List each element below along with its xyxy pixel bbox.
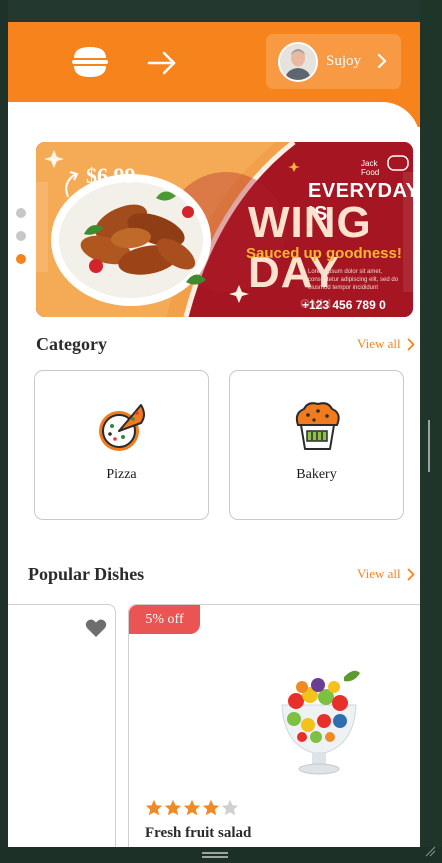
pizza-icon (99, 404, 145, 451)
banner-price: $6.99 (86, 163, 136, 188)
carousel-dot[interactable] (16, 231, 26, 241)
popular-dishes-title: Popular Dishes (28, 564, 145, 584)
emulator-frame-left (0, 0, 8, 863)
category-card-pizza[interactable]: Pizza (34, 370, 209, 520)
bottom-resize-handle[interactable] (202, 852, 228, 860)
view-all-label: View all (357, 336, 401, 351)
chevron-right-icon (407, 338, 415, 350)
category-view-all-link[interactable]: View all (357, 336, 415, 352)
chevron-right-icon (407, 568, 415, 580)
star-filled-icon (164, 799, 182, 816)
category-label: Bakery (296, 467, 337, 482)
star-filled-icon (202, 799, 220, 816)
category-card-bakery[interactable]: Bakery (229, 370, 404, 520)
category-label: Pizza (106, 467, 137, 482)
dish-card[interactable]: 5% off Fresh fruit salad (128, 604, 420, 847)
carousel-indicator (16, 208, 26, 277)
burger-logo-icon[interactable] (71, 45, 109, 79)
view-all-label: View all (357, 566, 401, 581)
chevron-right-icon (377, 53, 387, 69)
banner-body-text: Lorem ipsum dolor sit amet, consectetur … (308, 269, 399, 291)
banner-phone: +123 456 789 0 (302, 298, 386, 312)
cupcake-icon (295, 402, 340, 450)
promo-banner[interactable]: $6.99 Jack Food EVERYDAY IS WING DAY Sau… (36, 142, 413, 317)
star-filled-icon (183, 799, 201, 816)
app-screen: Sujoy $6.99 Jack Food EVERYDAY IS WING D… (8, 22, 420, 847)
avatar[interactable] (278, 41, 318, 82)
rating-stars (145, 799, 239, 816)
banner-tagline: Sauced up goodness! (246, 245, 402, 262)
profile-button[interactable]: Sujoy (266, 34, 401, 89)
dish-name: Fresh fruit salad (145, 825, 252, 841)
category-title: Category (36, 334, 107, 354)
dish-card-partial[interactable] (8, 604, 116, 847)
discount-badge: 5% off (129, 605, 200, 634)
banner-brand: Jack Food (361, 159, 380, 177)
star-empty-icon (221, 799, 239, 816)
fruit-salad-image (281, 670, 360, 775)
popular-view-all-link[interactable]: View all (357, 566, 415, 582)
carousel-dot[interactable] (16, 208, 26, 218)
side-resize-handle[interactable] (428, 420, 434, 472)
heart-icon[interactable] (85, 618, 107, 638)
arrow-right-icon[interactable] (147, 51, 177, 75)
emulator-frame-top (0, 0, 442, 22)
corner-resize-icon[interactable] (424, 845, 436, 857)
profile-name: Sujoy (326, 53, 362, 69)
carousel-dot-active[interactable] (16, 254, 26, 264)
star-filled-icon (145, 799, 163, 816)
